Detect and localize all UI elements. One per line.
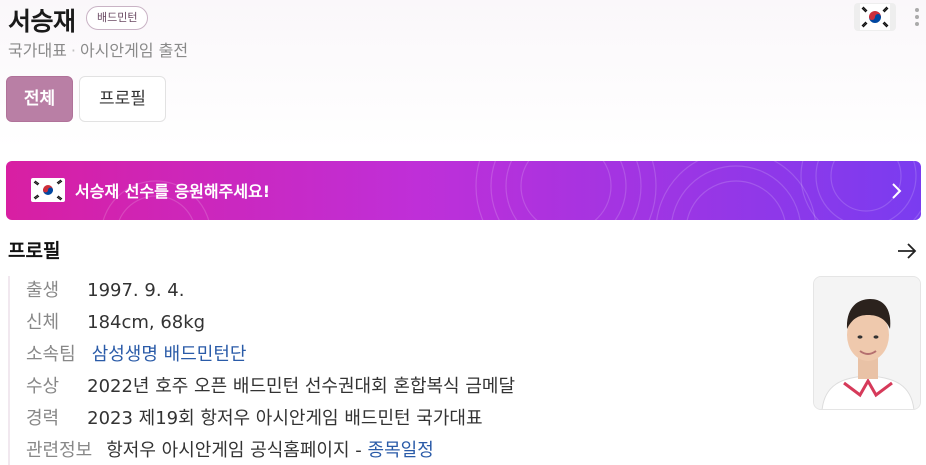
profile-row-body: 신체 184cm, 68kg [26,308,205,334]
korea-flag-icon[interactable] [854,3,896,31]
row-value[interactable]: 항저우 아시안게임 공식홈페이지 [106,440,349,461]
more-vertical-icon[interactable] [910,6,924,28]
row-label: 수상 [26,376,60,397]
row-label: 경력 [26,408,60,429]
row-label: 출생 [26,280,60,301]
arrow-right-icon[interactable] [896,240,918,262]
subtitle-national-team: 국가대표 [8,41,67,60]
banner-text: 서승재 선수를 응원해주세요! [75,182,271,201]
profile-divider [8,276,10,465]
athlete-subtitle: 국가대표 · 아시안게임 출전 [8,37,188,61]
profile-row-team: 소속팀 삼성생명 배드민턴단 [26,340,246,366]
row-label: 신체 [26,312,60,333]
athlete-photo[interactable] [813,276,921,410]
row-label: 관련정보 [26,440,93,461]
row-value: 2022년 호주 오픈 배드민턴 선수권대회 혼합복식 금메달 [87,376,516,397]
chevron-right-icon [892,183,902,199]
cheer-banner[interactable]: 서승재 선수를 응원해주세요! [6,161,921,220]
sport-badge[interactable]: 배드민턴 [86,6,149,30]
profile-row-award: 수상 2022년 호주 오픈 배드민턴 선수권대회 혼합복식 금메달 [26,372,515,398]
tab-profile[interactable]: 프로필 [79,76,166,122]
row-separator: - [355,440,362,461]
row-label: 소속팀 [26,344,76,365]
profile-row-birth: 출생 1997. 9. 4. [26,276,184,302]
profile-row-career: 경력 2023 제19회 항저우 아시안게임 배드민턴 국가대표 [26,404,483,430]
team-link[interactable]: 삼성생명 배드민턴단 [92,344,247,365]
korea-flag-graphic [860,4,890,30]
row-value: 184cm, 68kg [87,312,206,333]
banner-korea-flag-icon [31,178,65,202]
tab-all[interactable]: 전체 [6,76,73,122]
row-value: 2023 제19회 항저우 아시안게임 배드민턴 국가대표 [87,408,483,429]
row-value: 1997. 9. 4. [87,280,185,301]
profile-section-title: 프로필 [8,240,61,262]
athlete-photo-graphic [814,277,920,409]
athlete-name: 서승재 [8,7,76,36]
schedule-link[interactable]: 종목일정 [368,440,434,461]
profile-row-related: 관련정보 항저우 아시안게임 공식홈페이지 - 종목일정 [26,436,434,462]
subtitle-separator: · [70,41,76,60]
subtitle-asian-games: 아시안게임 출전 [79,41,189,60]
